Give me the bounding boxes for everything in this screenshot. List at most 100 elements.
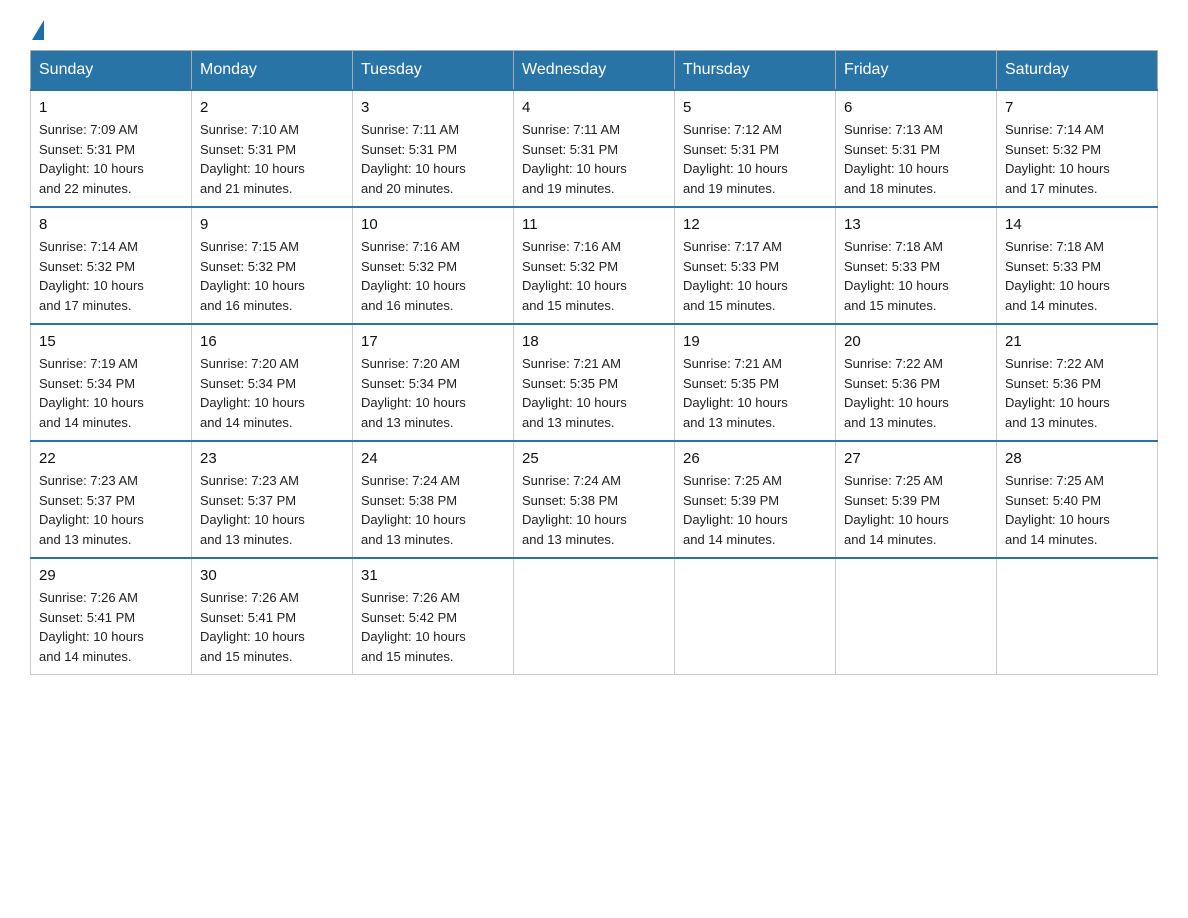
calendar-day-cell: 7 Sunrise: 7:14 AM Sunset: 5:32 PM Dayli… bbox=[997, 90, 1158, 207]
day-info: Sunrise: 7:22 AM Sunset: 5:36 PM Dayligh… bbox=[1005, 354, 1149, 432]
day-info: Sunrise: 7:26 AM Sunset: 5:42 PM Dayligh… bbox=[361, 588, 505, 666]
calendar-day-cell: 2 Sunrise: 7:10 AM Sunset: 5:31 PM Dayli… bbox=[192, 90, 353, 207]
day-number: 14 bbox=[1005, 216, 1149, 233]
day-info: Sunrise: 7:16 AM Sunset: 5:32 PM Dayligh… bbox=[361, 237, 505, 315]
calendar-day-cell: 11 Sunrise: 7:16 AM Sunset: 5:32 PM Dayl… bbox=[514, 207, 675, 324]
day-info: Sunrise: 7:09 AM Sunset: 5:31 PM Dayligh… bbox=[39, 120, 183, 198]
day-number: 25 bbox=[522, 450, 666, 467]
calendar-day-cell: 26 Sunrise: 7:25 AM Sunset: 5:39 PM Dayl… bbox=[675, 441, 836, 558]
day-info: Sunrise: 7:11 AM Sunset: 5:31 PM Dayligh… bbox=[361, 120, 505, 198]
day-number: 26 bbox=[683, 450, 827, 467]
calendar-day-cell: 24 Sunrise: 7:24 AM Sunset: 5:38 PM Dayl… bbox=[353, 441, 514, 558]
day-number: 22 bbox=[39, 450, 183, 467]
calendar-day-cell: 18 Sunrise: 7:21 AM Sunset: 5:35 PM Dayl… bbox=[514, 324, 675, 441]
calendar-day-header: Saturday bbox=[997, 51, 1158, 91]
day-number: 6 bbox=[844, 99, 988, 116]
day-number: 4 bbox=[522, 99, 666, 116]
day-number: 16 bbox=[200, 333, 344, 350]
calendar-day-cell bbox=[836, 558, 997, 675]
calendar-day-cell: 16 Sunrise: 7:20 AM Sunset: 5:34 PM Dayl… bbox=[192, 324, 353, 441]
day-number: 29 bbox=[39, 567, 183, 584]
calendar-day-cell bbox=[997, 558, 1158, 675]
day-info: Sunrise: 7:14 AM Sunset: 5:32 PM Dayligh… bbox=[1005, 120, 1149, 198]
day-number: 27 bbox=[844, 450, 988, 467]
day-number: 1 bbox=[39, 99, 183, 116]
day-number: 21 bbox=[1005, 333, 1149, 350]
calendar-day-cell: 22 Sunrise: 7:23 AM Sunset: 5:37 PM Dayl… bbox=[31, 441, 192, 558]
calendar-day-cell: 25 Sunrise: 7:24 AM Sunset: 5:38 PM Dayl… bbox=[514, 441, 675, 558]
day-info: Sunrise: 7:15 AM Sunset: 5:32 PM Dayligh… bbox=[200, 237, 344, 315]
calendar-day-cell: 23 Sunrise: 7:23 AM Sunset: 5:37 PM Dayl… bbox=[192, 441, 353, 558]
calendar-day-header: Wednesday bbox=[514, 51, 675, 91]
calendar-week-row: 1 Sunrise: 7:09 AM Sunset: 5:31 PM Dayli… bbox=[31, 90, 1158, 207]
day-info: Sunrise: 7:26 AM Sunset: 5:41 PM Dayligh… bbox=[200, 588, 344, 666]
calendar-day-cell bbox=[675, 558, 836, 675]
day-info: Sunrise: 7:16 AM Sunset: 5:32 PM Dayligh… bbox=[522, 237, 666, 315]
calendar-day-cell: 28 Sunrise: 7:25 AM Sunset: 5:40 PM Dayl… bbox=[997, 441, 1158, 558]
day-number: 18 bbox=[522, 333, 666, 350]
day-info: Sunrise: 7:20 AM Sunset: 5:34 PM Dayligh… bbox=[361, 354, 505, 432]
page-header bbox=[30, 20, 1158, 40]
day-info: Sunrise: 7:25 AM Sunset: 5:39 PM Dayligh… bbox=[844, 471, 988, 549]
day-number: 7 bbox=[1005, 99, 1149, 116]
day-info: Sunrise: 7:23 AM Sunset: 5:37 PM Dayligh… bbox=[200, 471, 344, 549]
day-info: Sunrise: 7:21 AM Sunset: 5:35 PM Dayligh… bbox=[683, 354, 827, 432]
calendar-day-cell: 6 Sunrise: 7:13 AM Sunset: 5:31 PM Dayli… bbox=[836, 90, 997, 207]
calendar-week-row: 8 Sunrise: 7:14 AM Sunset: 5:32 PM Dayli… bbox=[31, 207, 1158, 324]
calendar-day-cell: 14 Sunrise: 7:18 AM Sunset: 5:33 PM Dayl… bbox=[997, 207, 1158, 324]
calendar-day-header: Sunday bbox=[31, 51, 192, 91]
day-info: Sunrise: 7:13 AM Sunset: 5:31 PM Dayligh… bbox=[844, 120, 988, 198]
calendar-day-cell: 31 Sunrise: 7:26 AM Sunset: 5:42 PM Dayl… bbox=[353, 558, 514, 675]
day-info: Sunrise: 7:23 AM Sunset: 5:37 PM Dayligh… bbox=[39, 471, 183, 549]
calendar-day-cell: 5 Sunrise: 7:12 AM Sunset: 5:31 PM Dayli… bbox=[675, 90, 836, 207]
calendar-day-cell: 4 Sunrise: 7:11 AM Sunset: 5:31 PM Dayli… bbox=[514, 90, 675, 207]
day-number: 30 bbox=[200, 567, 344, 584]
calendar-day-cell: 19 Sunrise: 7:21 AM Sunset: 5:35 PM Dayl… bbox=[675, 324, 836, 441]
day-info: Sunrise: 7:11 AM Sunset: 5:31 PM Dayligh… bbox=[522, 120, 666, 198]
day-number: 15 bbox=[39, 333, 183, 350]
calendar-table: SundayMondayTuesdayWednesdayThursdayFrid… bbox=[30, 50, 1158, 675]
day-number: 5 bbox=[683, 99, 827, 116]
day-number: 23 bbox=[200, 450, 344, 467]
calendar-day-cell: 12 Sunrise: 7:17 AM Sunset: 5:33 PM Dayl… bbox=[675, 207, 836, 324]
day-info: Sunrise: 7:12 AM Sunset: 5:31 PM Dayligh… bbox=[683, 120, 827, 198]
day-info: Sunrise: 7:26 AM Sunset: 5:41 PM Dayligh… bbox=[39, 588, 183, 666]
calendar-day-cell: 29 Sunrise: 7:26 AM Sunset: 5:41 PM Dayl… bbox=[31, 558, 192, 675]
calendar-day-cell: 8 Sunrise: 7:14 AM Sunset: 5:32 PM Dayli… bbox=[31, 207, 192, 324]
logo bbox=[30, 20, 46, 40]
calendar-day-cell: 1 Sunrise: 7:09 AM Sunset: 5:31 PM Dayli… bbox=[31, 90, 192, 207]
calendar-day-cell: 20 Sunrise: 7:22 AM Sunset: 5:36 PM Dayl… bbox=[836, 324, 997, 441]
calendar-day-cell: 3 Sunrise: 7:11 AM Sunset: 5:31 PM Dayli… bbox=[353, 90, 514, 207]
day-info: Sunrise: 7:25 AM Sunset: 5:39 PM Dayligh… bbox=[683, 471, 827, 549]
calendar-day-header: Thursday bbox=[675, 51, 836, 91]
day-info: Sunrise: 7:10 AM Sunset: 5:31 PM Dayligh… bbox=[200, 120, 344, 198]
calendar-day-cell: 17 Sunrise: 7:20 AM Sunset: 5:34 PM Dayl… bbox=[353, 324, 514, 441]
calendar-day-header: Monday bbox=[192, 51, 353, 91]
day-number: 3 bbox=[361, 99, 505, 116]
calendar-header-row: SundayMondayTuesdayWednesdayThursdayFrid… bbox=[31, 51, 1158, 91]
calendar-day-header: Friday bbox=[836, 51, 997, 91]
calendar-day-cell bbox=[514, 558, 675, 675]
day-number: 10 bbox=[361, 216, 505, 233]
day-info: Sunrise: 7:19 AM Sunset: 5:34 PM Dayligh… bbox=[39, 354, 183, 432]
day-number: 13 bbox=[844, 216, 988, 233]
calendar-week-row: 15 Sunrise: 7:19 AM Sunset: 5:34 PM Dayl… bbox=[31, 324, 1158, 441]
day-number: 20 bbox=[844, 333, 988, 350]
day-number: 12 bbox=[683, 216, 827, 233]
day-info: Sunrise: 7:21 AM Sunset: 5:35 PM Dayligh… bbox=[522, 354, 666, 432]
day-info: Sunrise: 7:24 AM Sunset: 5:38 PM Dayligh… bbox=[361, 471, 505, 549]
day-info: Sunrise: 7:18 AM Sunset: 5:33 PM Dayligh… bbox=[1005, 237, 1149, 315]
day-number: 28 bbox=[1005, 450, 1149, 467]
calendar-week-row: 22 Sunrise: 7:23 AM Sunset: 5:37 PM Dayl… bbox=[31, 441, 1158, 558]
day-number: 9 bbox=[200, 216, 344, 233]
calendar-day-cell: 21 Sunrise: 7:22 AM Sunset: 5:36 PM Dayl… bbox=[997, 324, 1158, 441]
day-info: Sunrise: 7:22 AM Sunset: 5:36 PM Dayligh… bbox=[844, 354, 988, 432]
day-number: 2 bbox=[200, 99, 344, 116]
calendar-day-cell: 13 Sunrise: 7:18 AM Sunset: 5:33 PM Dayl… bbox=[836, 207, 997, 324]
calendar-day-cell: 27 Sunrise: 7:25 AM Sunset: 5:39 PM Dayl… bbox=[836, 441, 997, 558]
day-number: 8 bbox=[39, 216, 183, 233]
day-number: 24 bbox=[361, 450, 505, 467]
day-number: 17 bbox=[361, 333, 505, 350]
day-number: 19 bbox=[683, 333, 827, 350]
calendar-day-cell: 10 Sunrise: 7:16 AM Sunset: 5:32 PM Dayl… bbox=[353, 207, 514, 324]
